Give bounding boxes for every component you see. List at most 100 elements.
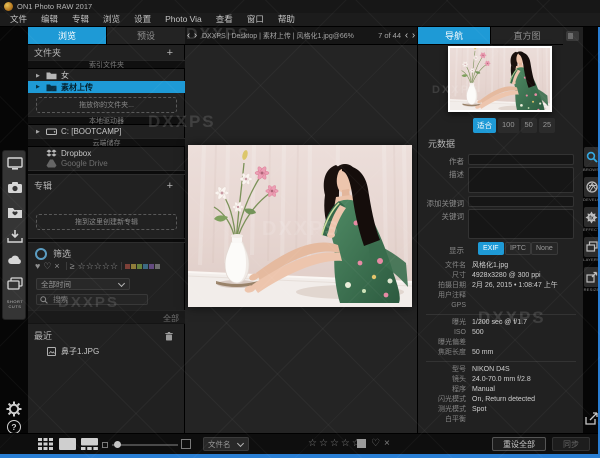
prev-photo-button[interactable]: ‹	[185, 27, 192, 45]
star-filter[interactable]: ☆	[94, 260, 102, 272]
navigator-preview[interactable]	[448, 46, 552, 112]
expand-triangle-icon[interactable]: ▶	[36, 129, 43, 135]
expand-triangle-icon[interactable]: ▶	[36, 84, 43, 90]
trash-icon[interactable]	[165, 332, 173, 341]
add-album-button[interactable]: +	[167, 180, 173, 192]
next-arrow[interactable]: ›	[410, 27, 417, 45]
color-label-gray[interactable]	[155, 264, 160, 269]
sort-by-select[interactable]: 文件名	[203, 437, 249, 451]
recent-file-row[interactable]: 鼻子1.JPG	[28, 346, 185, 357]
color-label-button[interactable]	[357, 439, 366, 448]
keywords-field[interactable]	[468, 209, 574, 239]
folder-drop-zone[interactable]: 拖放你的文件夹...	[36, 97, 177, 113]
star-icon[interactable]: ☆	[330, 438, 341, 449]
unmarked-filter[interactable]: ♡	[43, 260, 51, 272]
reset-all-button[interactable]: 重设全部	[492, 437, 546, 451]
add-keywords-field[interactable]	[468, 196, 574, 207]
show-label: 显示	[418, 245, 464, 256]
filmstrip-view-button[interactable]	[81, 438, 98, 450]
color-label-blue[interactable]	[143, 264, 148, 269]
color-label-purple[interactable]	[149, 264, 154, 269]
like-button[interactable]: ♡	[371, 437, 380, 451]
photo-view-button[interactable]	[59, 438, 76, 450]
greater-equal[interactable]: ≥	[70, 260, 75, 272]
zoom-50-button[interactable]: 50	[521, 118, 537, 133]
folder-row-selected[interactable]: ▶ 素材上传	[28, 81, 185, 93]
show-iptc-button[interactable]: IPTC	[505, 242, 531, 255]
menu-help[interactable]: 帮助	[271, 13, 302, 26]
star-icon[interactable]: ☆	[319, 438, 330, 449]
menu-edit[interactable]: 编辑	[34, 13, 65, 26]
search-box[interactable]	[36, 294, 148, 305]
thumb-size-large-icon	[181, 439, 191, 449]
search-input[interactable]	[51, 294, 140, 305]
all-scope-label[interactable]: 全部	[163, 313, 179, 324]
thumb-size-small-icon	[102, 442, 108, 448]
menu-photo-via[interactable]: Photo Via	[158, 13, 209, 26]
sync-button[interactable]: 同步	[552, 437, 590, 451]
chevron-down-icon	[237, 439, 244, 446]
author-field[interactable]	[468, 154, 574, 165]
photos-stack-icon[interactable]	[7, 277, 23, 291]
camera-icon[interactable]	[7, 181, 23, 195]
filter-toggle-icon[interactable]	[35, 248, 47, 260]
menu-window[interactable]: 窗口	[240, 13, 271, 26]
cloud-row-gdrive[interactable]: Google Drive	[28, 159, 185, 168]
right-panel-tabs: 导航 直方图	[418, 27, 584, 45]
like-filter[interactable]: ♥	[35, 260, 40, 272]
color-label-red[interactable]	[125, 264, 130, 269]
gear-icon[interactable]	[6, 401, 22, 417]
cloud-row-dropbox[interactable]: Dropbox	[28, 148, 185, 158]
menu-album[interactable]: 专辑	[65, 13, 96, 26]
help-button[interactable]: ?	[7, 420, 21, 434]
main-photo[interactable]	[188, 145, 412, 307]
divider	[66, 262, 67, 270]
panel-collapse-button[interactable]	[566, 31, 579, 41]
album-drop-zone[interactable]: 拖到这里创建新专辑	[36, 214, 177, 230]
color-label-yellow[interactable]	[131, 264, 136, 269]
import-icon[interactable]	[7, 229, 23, 243]
star-filter[interactable]: ☆	[102, 260, 110, 272]
zoom-25-button[interactable]: 25	[539, 118, 555, 133]
cloud-icon[interactable]	[7, 253, 23, 267]
exif-row: 焦距长度50 mm	[418, 348, 584, 358]
expand-triangle-icon[interactable]: ▶	[36, 73, 43, 79]
color-label-green[interactable]	[137, 264, 142, 269]
reject-button[interactable]: ×	[384, 437, 390, 451]
star-filter[interactable]: ☆	[86, 260, 94, 272]
prev-arrow[interactable]: ‹	[403, 27, 410, 45]
tab-browse[interactable]: 浏览	[28, 27, 106, 45]
folders-header: 文件夹 +	[34, 47, 179, 59]
computer-icon[interactable]	[7, 157, 23, 171]
time-range-select[interactable]: 全部时间	[36, 278, 130, 290]
title-bar: ON1 Photo RAW 2017	[0, 0, 600, 13]
description-field[interactable]	[468, 167, 574, 193]
next-photo-button[interactable]: ›	[192, 27, 199, 45]
add-folder-button[interactable]: +	[167, 47, 173, 59]
zoom-100-button[interactable]: 100	[498, 118, 519, 133]
pictures-folder-icon[interactable]	[7, 205, 23, 219]
tab-histogram[interactable]: 直方图	[490, 27, 563, 45]
zoom-fit-button[interactable]: 适合	[473, 118, 496, 133]
star-icon[interactable]: ☆	[308, 438, 319, 449]
star-filter[interactable]: ☆	[110, 260, 118, 272]
grid-view-button[interactable]	[38, 438, 53, 450]
star-icon[interactable]: ☆	[341, 438, 352, 449]
thumb-size-slider[interactable]	[112, 444, 178, 446]
folder-row[interactable]: ▶ 女	[28, 70, 185, 81]
breadcrumb[interactable]: DXXPS | Desktop | 素材上传 | 风格化1.jpg@66%	[202, 31, 376, 41]
thumb-size-slider-handle[interactable]	[114, 441, 121, 448]
tab-presets[interactable]: 预设	[106, 27, 185, 45]
menu-browse[interactable]: 浏览	[96, 13, 127, 26]
star-filter[interactable]: ☆	[78, 260, 86, 272]
rating-filter-row: ♥ ♡ × ≥ ☆ ☆ ☆ ☆ ☆	[28, 260, 185, 272]
share-icon[interactable]	[585, 412, 598, 425]
menu-view[interactable]: 查看	[209, 13, 240, 26]
menu-file[interactable]: 文件	[3, 13, 34, 26]
drive-row[interactable]: ▶ C: [BOOTCAMP]	[28, 126, 185, 137]
menu-settings[interactable]: 设置	[127, 13, 158, 26]
reject-filter[interactable]: ×	[54, 260, 59, 272]
tab-navigator[interactable]: 导航	[418, 27, 490, 45]
show-exif-button[interactable]: EXIF	[478, 242, 504, 255]
show-none-button[interactable]: None	[531, 242, 558, 255]
